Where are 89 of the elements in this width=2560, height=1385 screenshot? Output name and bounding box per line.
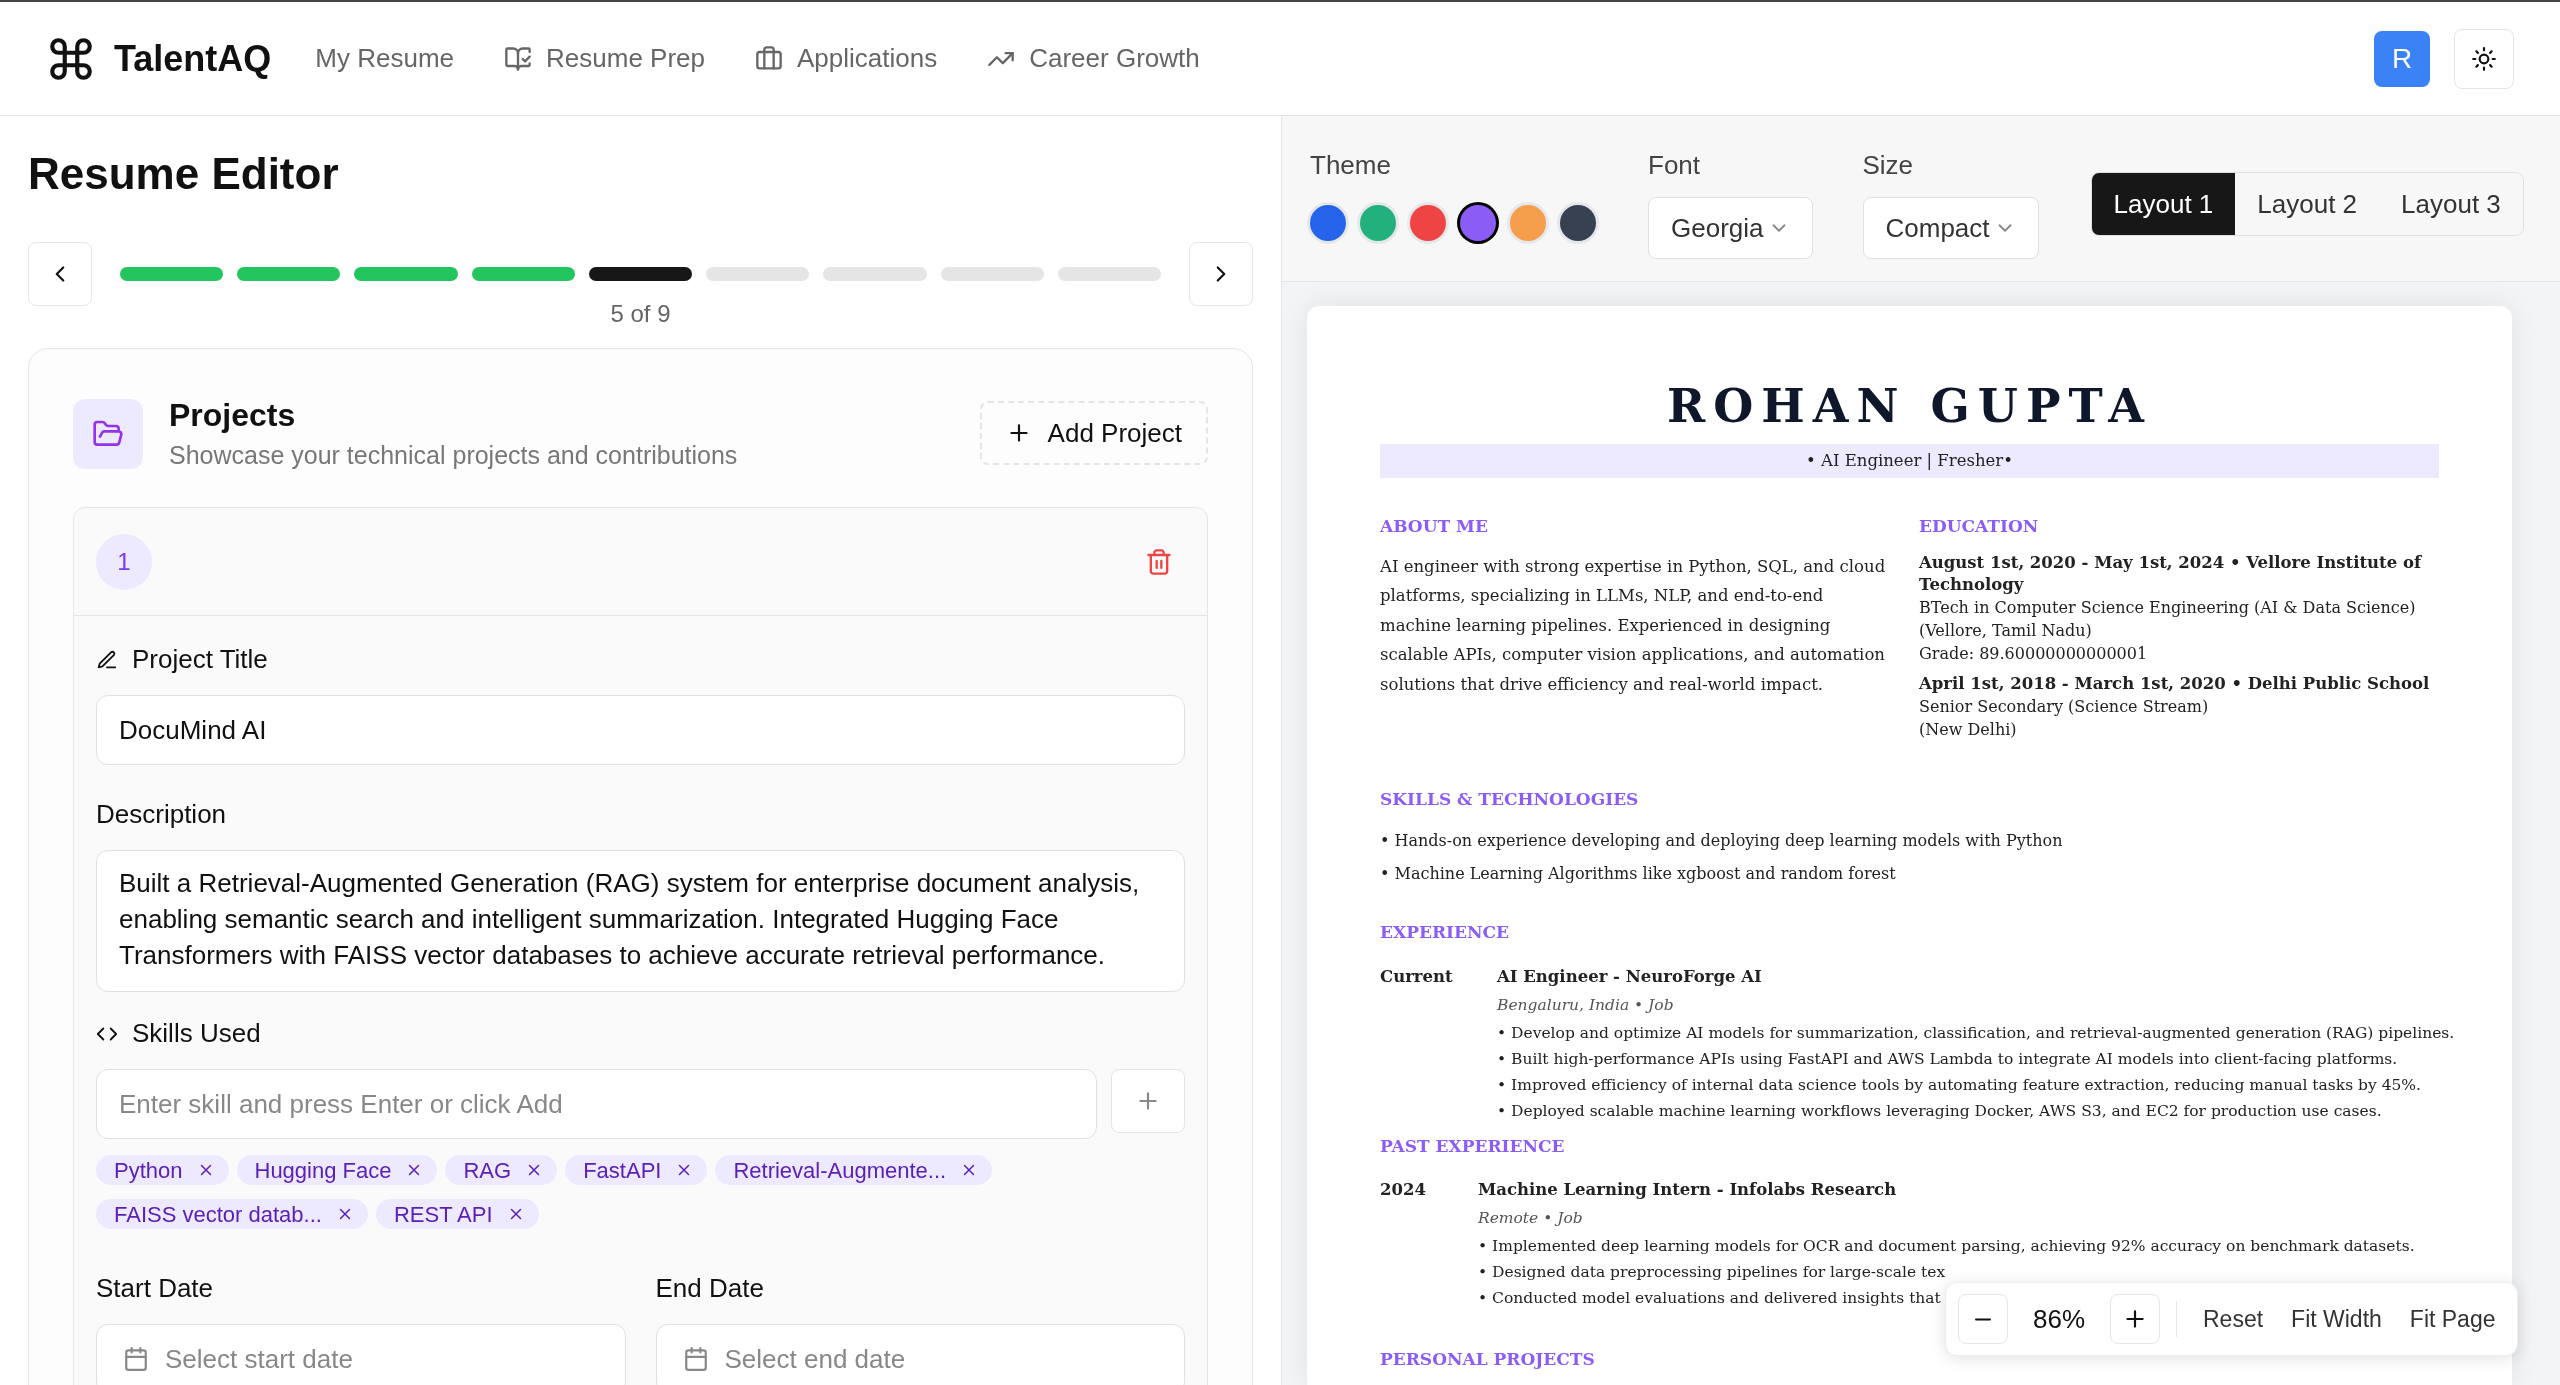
resume-section-heading: EDUCATION	[1919, 515, 2040, 538]
skill-name: Retrieval-Augmente...	[733, 1156, 947, 1185]
theme-color-swatch[interactable]	[1560, 205, 1596, 241]
skill-input-field[interactable]: Enter skill and press Enter or click Add	[96, 1069, 1097, 1139]
experience-title: AI Engineer - NeuroForge AI	[1497, 965, 1763, 988]
skill-line: • Hands-on experience developing and deploying deep learning models with Python	[1380, 830, 2064, 852]
field-label: End Date	[655, 1272, 765, 1305]
calendar-icon	[682, 1346, 709, 1372]
experience-bullet: • Deployed scalable machine learning workflows leveraging Docker, AWS S3, and EC2 for production use cases.	[1497, 1100, 2383, 1122]
start-date-field[interactable]: Select start date	[96, 1324, 626, 1385]
resume-section-heading: ABOUT ME	[1380, 515, 1489, 538]
experience-bullet: • Conducted model evaluations and delivered insights that	[1478, 1288, 1942, 1309]
page-title: Resume Editor	[28, 148, 340, 200]
skill-name: RAG	[463, 1156, 512, 1185]
briefcase-icon	[755, 44, 783, 73]
theme-color-swatch[interactable]	[1410, 205, 1446, 241]
resume-tagline: • AI Engineer | Fresher•	[1380, 444, 2439, 478]
resume-section-heading: SKILLS & TECHNOLOGIES	[1380, 787, 1640, 811]
toolbar-label: Theme	[1310, 149, 1392, 182]
resume-section-heading: EXPERIENCE	[1380, 921, 1510, 944]
layout-tab[interactable]: Layout 3	[2379, 173, 2523, 235]
education-detail: (Vellore, Tamil Nadu)	[1919, 619, 2093, 642]
skill-name: Hugging Face	[254, 1156, 392, 1185]
nav-link[interactable]: Applications	[755, 39, 938, 78]
education-detail: (New Delhi)	[1919, 718, 2018, 741]
about-text: AI engineer with strong expertise in Python, SQL, and cloud platforms, specializing in LLMs, NLP, and end-to-end machine learning pipelines. Experienced in designing scalable APIs, computer vision applications, and automation solutions that drive efficiency and real-world impact.	[1380, 555, 1887, 696]
avatar-button[interactable]: R	[2374, 30, 2430, 87]
resume-name: ROHAN GUPTA	[1667, 378, 2152, 435]
theme-color-swatch[interactable]	[1510, 205, 1546, 241]
experience-bullet: • Implemented deep learning models for OCR and document parsing, achieving 92% accuracy on benchmark datasets.	[1478, 1236, 2416, 1257]
resume-section-heading: PERSONAL PROJECTS	[1380, 1348, 1596, 1371]
education-detail: Senior Secondary (Science Stream)	[1919, 695, 2210, 718]
project-number: 1	[96, 533, 152, 590]
zoom-preset-button[interactable]: Fit Width	[2281, 1301, 2392, 1337]
theme-color-swatch[interactable]	[1460, 205, 1496, 241]
pencil-icon	[96, 648, 118, 671]
trash-icon[interactable]	[1145, 547, 1173, 576]
font-dropdown[interactable]: Georgia	[1648, 197, 1813, 259]
progress-step[interactable]	[588, 267, 693, 281]
section-title: Projects	[169, 396, 297, 435]
experience-bullet: • Improved efficiency of internal data science tools by automating feature extraction, reducing manual tasks by 45%.	[1497, 1074, 2423, 1096]
skill-name: FastAPI	[583, 1156, 662, 1185]
experience-meta: Bengaluru, India • Job	[1497, 994, 1675, 1016]
size-dropdown[interactable]: Compact	[1862, 197, 2039, 259]
education-detail: Grade: 89.60000000000001	[1919, 642, 2149, 665]
nav-link[interactable]: Career Growth	[987, 39, 1200, 78]
folder-icon	[73, 399, 143, 469]
skill-name: REST API	[393, 1200, 493, 1229]
skill-line: • Machine Learning Algorithms like xgboost and random forest	[1380, 863, 1897, 885]
education-title: August 1st, 2020 - May 1st, 2024 • Vellore Institute of Technology	[1919, 551, 2423, 596]
toolbar-label: Font	[1648, 149, 1702, 182]
zoom-preset-button[interactable]: Fit Page	[2399, 1301, 2506, 1337]
step-counter: 5 of 9	[610, 299, 671, 329]
skill-name: FAISS vector datab...	[114, 1200, 322, 1229]
add-project-button[interactable]: Add Project	[979, 401, 1208, 465]
theme-color-swatch[interactable]	[1360, 205, 1396, 241]
nav-link[interactable]: Resume Prep	[504, 39, 705, 78]
experience-bullet: • Develop and optimize AI models for summarization, classification, and retrieval-augmented generation (RAG) pipelines.	[1497, 1022, 2455, 1044]
experience-title: Machine Learning Intern - Infolabs Research	[1478, 1179, 1898, 1201]
end-date-field[interactable]: Select end date	[655, 1324, 1185, 1385]
field-label: Description	[96, 798, 227, 831]
experience-date: Current	[1380, 965, 1454, 988]
nav-link[interactable]: My Resume	[315, 39, 455, 78]
field-label: Start Date	[96, 1272, 215, 1305]
toolbar-label: Size	[1862, 149, 1915, 182]
project-title-field[interactable]: DocuMind AI	[96, 695, 1185, 765]
education-title: April 1st, 2018 - March 1st, 2020 • Delhi Public School	[1919, 672, 2431, 695]
calendar-icon	[123, 1346, 149, 1372]
theme-toggle-button[interactable]	[2454, 28, 2514, 89]
zoom-in-button[interactable]	[2110, 1294, 2160, 1344]
theme-color-swatch[interactable]	[1310, 205, 1346, 241]
layout-tab[interactable]: Layout 2	[2235, 173, 2380, 235]
description-field[interactable]: Built a Retrieval-Augmented Generation (RAG) system for enterprise document analysis, enabling semantic search and intelligent summarization. Integrated Hugging Face Transformers with FAISS vector databases to achieve accurate retrieval performance.	[96, 850, 1185, 992]
skill-name: Python	[114, 1156, 183, 1185]
resume-section-heading: PAST EXPERIENCE	[1380, 1134, 1566, 1158]
sun-icon	[2471, 45, 2497, 72]
zoom-preset-button[interactable]: Reset	[2193, 1301, 2274, 1337]
experience-bullet: • Designed data preprocessing pipelines for large-scale tex	[1478, 1262, 1947, 1283]
layout-tab[interactable]: Layout 1	[2091, 173, 2236, 235]
book-check-icon	[504, 44, 533, 73]
experience-meta: Remote • Job	[1478, 1208, 1584, 1229]
experience-date: 2024	[1380, 1179, 1427, 1201]
experience-bullet: • Built high-performance APIs using FastAPI and AWS Lambda to integrate AI models into client-facing platforms.	[1497, 1048, 2399, 1070]
education-detail: BTech in Computer Science Engineering (AI & Data Science)	[1919, 596, 2417, 619]
field-label: Project Title	[132, 643, 268, 676]
brand-name[interactable]: TalentAQ	[114, 31, 272, 86]
zoom-level: 86%	[2031, 1302, 2086, 1336]
field-label: Skills Used	[132, 1017, 261, 1050]
section-subtitle: Showcase your technical projects and contributions	[169, 440, 739, 471]
